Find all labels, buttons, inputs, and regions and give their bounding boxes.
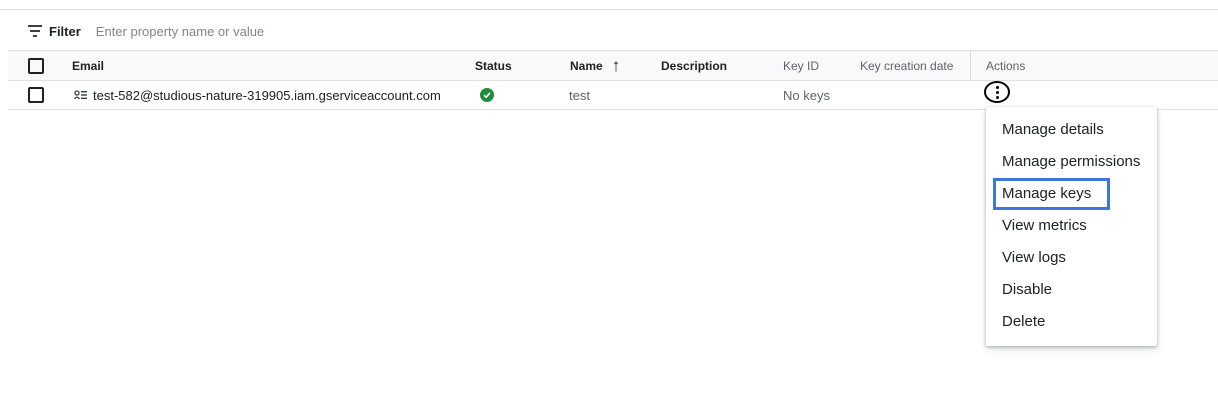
menu-item-manage-permissions[interactable]: Manage permissions (1002, 153, 1140, 171)
select-all-cell (28, 51, 44, 80)
more-actions-button[interactable] (984, 81, 1010, 103)
row-checkbox[interactable] (28, 87, 44, 103)
name-cell: test (569, 87, 590, 103)
column-header-key-creation-date[interactable]: Key creation date (860, 51, 953, 80)
actions-menu: Manage details Manage permissions Manage… (986, 107, 1157, 346)
filter-icon[interactable] (28, 25, 42, 37)
column-header-status[interactable]: Status (475, 51, 512, 80)
status-cell (480, 81, 494, 109)
menu-item-delete[interactable]: Delete (1002, 313, 1045, 331)
menu-item-manage-details[interactable]: Manage details (1002, 121, 1104, 139)
kebab-dot (995, 90, 999, 94)
status-check-icon (480, 88, 494, 102)
filter-input[interactable] (95, 23, 416, 39)
column-header-description[interactable]: Description (661, 51, 727, 80)
menu-item-disable[interactable]: Disable (1002, 281, 1052, 299)
sort-arrow-up-icon: ↑ (611, 55, 621, 75)
email-link[interactable]: test-582@studious-nature-319905.iam.gser… (93, 88, 441, 103)
filter-bar: Filter (28, 22, 416, 40)
actions-cell (984, 78, 1010, 106)
menu-item-manage-keys[interactable]: Manage keys (992, 178, 1111, 210)
service-accounts-table: Email Status Name ↑ Description Key ID K… (8, 50, 1218, 110)
email-cell: test-582@studious-nature-319905.iam.gser… (74, 81, 441, 109)
kebab-dot (995, 95, 999, 99)
row-select-cell (28, 81, 44, 109)
kebab-dot (995, 85, 999, 89)
column-header-name[interactable]: Name ↑ (570, 51, 620, 80)
column-header-actions: Actions (986, 58, 1026, 73)
key-id-cell: No keys (783, 87, 830, 103)
menu-item-view-logs[interactable]: View logs (1002, 249, 1066, 267)
service-account-icon (74, 90, 87, 100)
column-header-key-id[interactable]: Key ID (783, 51, 819, 80)
table-header: Email Status Name ↑ Description Key ID K… (8, 50, 1218, 81)
actions-column-divider (970, 51, 971, 80)
column-header-email[interactable]: Email (72, 51, 104, 80)
filter-label[interactable]: Filter (49, 24, 81, 39)
column-header-name-label: Name (570, 58, 603, 73)
table-row: test-582@studious-nature-319905.iam.gser… (8, 81, 1218, 110)
select-all-checkbox[interactable] (28, 57, 44, 74)
menu-item-view-metrics[interactable]: View metrics (1002, 217, 1087, 235)
top-divider (0, 9, 1218, 10)
